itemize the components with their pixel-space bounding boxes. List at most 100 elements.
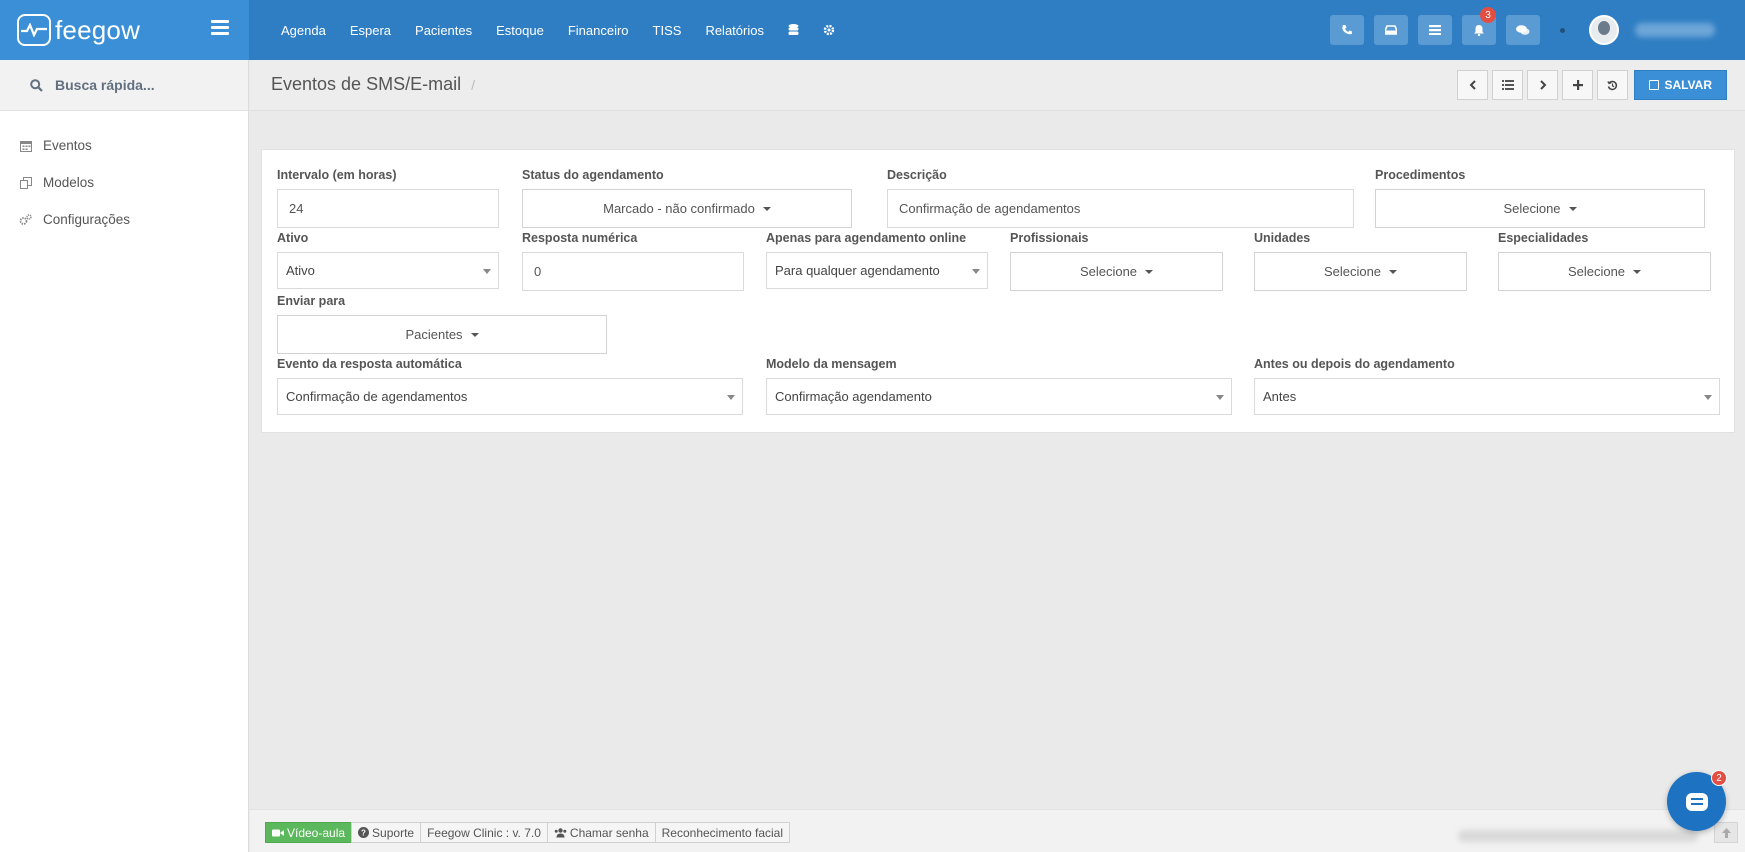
history-button[interactable]	[1597, 70, 1629, 100]
caret-down-icon	[1633, 269, 1642, 274]
chat-widget-button[interactable]: 2	[1667, 770, 1727, 831]
chat-bubble-icon	[1685, 792, 1708, 811]
copy-icon	[19, 176, 32, 189]
history-icon	[1607, 80, 1618, 90]
auto-response-select[interactable]: Confirmação de agendamentos	[277, 378, 743, 415]
list-button[interactable]	[1492, 70, 1524, 100]
specialties-select[interactable]: Selecione	[1498, 252, 1711, 291]
menu-toggle-icon[interactable]	[211, 20, 229, 35]
inbox-button[interactable]	[1374, 15, 1408, 45]
footer: Vídeo-aula ? Suporte Feegow Clinic : v. …	[250, 809, 1745, 852]
breadcrumb-separator: /	[471, 77, 475, 93]
chat-button[interactable]	[1506, 15, 1540, 45]
quick-search[interactable]: Busca rápida...	[0, 60, 248, 111]
interval-input[interactable]: 24	[277, 189, 499, 228]
floppy-icon	[1649, 80, 1660, 90]
nav-estoque[interactable]: Estoque	[484, 0, 556, 60]
plus-icon	[1572, 80, 1583, 90]
list-icon	[1501, 80, 1514, 90]
users-icon	[554, 827, 567, 837]
avatar[interactable]	[1589, 15, 1619, 45]
previous-button[interactable]	[1457, 70, 1489, 100]
send-to-select[interactable]: Pacientes	[277, 315, 607, 354]
event-form: Intervalo (em horas) 24 Status do agenda…	[261, 149, 1735, 433]
professionals-label: Profissionais	[1010, 231, 1089, 245]
nav-tiss[interactable]: TISS	[641, 0, 694, 60]
before-after-label: Antes ou depois do agendamento	[1254, 357, 1455, 371]
before-after-select[interactable]: Antes	[1254, 378, 1720, 415]
online-only-select[interactable]: Para qualquer agendamento	[766, 252, 988, 289]
queue-button[interactable]	[1418, 15, 1452, 45]
video-lesson-button[interactable]: Vídeo-aula	[265, 822, 353, 843]
nav-financeiro[interactable]: Financeiro	[556, 0, 641, 60]
phone-button[interactable]	[1330, 15, 1364, 45]
status-select[interactable]: Marcado - não confirmado	[522, 189, 852, 228]
online-only-value: Para qualquer agendamento	[775, 263, 940, 278]
units-value: Selecione	[1323, 264, 1382, 279]
interval-label: Intervalo (em horas)	[277, 168, 397, 182]
caret-down-icon	[727, 395, 735, 400]
caret-down-icon	[762, 206, 771, 211]
notification-badge: 3	[1480, 7, 1496, 23]
message-model-value: Confirmação agendamento	[775, 389, 932, 404]
professionals-select[interactable]: Selecione	[1010, 252, 1223, 291]
brand: feegow	[0, 0, 249, 60]
save-button-label: SALVAR	[1664, 78, 1712, 92]
call-ticket-label: Chamar senha	[569, 825, 649, 840]
list-icon	[1429, 25, 1441, 35]
numeric-response-value: 0	[534, 264, 542, 279]
save-button[interactable]: SALVAR	[1634, 70, 1727, 100]
description-input[interactable]: Confirmação de agendamentos	[887, 189, 1354, 228]
chat-badge: 2	[1711, 770, 1727, 786]
database-icon[interactable]	[776, 0, 811, 60]
send-to-value: Pacientes	[405, 327, 463, 342]
procedures-value: Selecione	[1503, 201, 1561, 216]
interval-value: 24	[289, 201, 304, 216]
footer-blurred-text	[1458, 830, 1698, 842]
caret-down-icon	[1145, 269, 1154, 274]
sidebar-item-label: Modelos	[43, 175, 95, 190]
numeric-response-label: Resposta numérica	[522, 231, 638, 245]
add-button[interactable]	[1562, 70, 1594, 100]
specialties-value: Selecione	[1567, 264, 1626, 279]
face-recognition-label: Reconhecimento facial	[661, 825, 784, 840]
numeric-response-input[interactable]: 0	[522, 252, 744, 291]
description-value: Confirmação de agendamentos	[899, 201, 1081, 216]
nav-agenda[interactable]: Agenda	[269, 0, 338, 60]
quick-search-label: Busca rápida...	[55, 77, 155, 93]
status-value: Marcado - não confirmado	[603, 201, 755, 216]
user-name-blurred[interactable]	[1635, 23, 1715, 37]
chevron-left-icon	[1469, 80, 1476, 90]
notifications-button[interactable]: 3	[1462, 7, 1496, 45]
sidebar: Busca rápida... Eventos Modelos Configur…	[0, 60, 249, 852]
procedures-select[interactable]: Selecione	[1375, 189, 1705, 228]
nav-relatorios[interactable]: Relatórios	[693, 0, 776, 60]
scroll-top-button[interactable]	[1714, 822, 1738, 843]
top-right-tools: 3	[1330, 0, 1745, 60]
svg-text:?: ?	[361, 829, 366, 838]
call-ticket-button[interactable]: Chamar senha	[546, 822, 656, 843]
sidebar-item-eventos[interactable]: Eventos	[0, 127, 248, 164]
active-value: Ativo	[286, 263, 315, 278]
caret-down-icon	[1389, 269, 1398, 274]
version-label: Feegow Clinic : v. 7.0	[427, 825, 541, 840]
gear-icon[interactable]	[811, 0, 847, 60]
page-header: Eventos de SMS/E-mail / SALVAR	[250, 60, 1745, 111]
next-button[interactable]	[1527, 70, 1559, 100]
units-select[interactable]: Selecione	[1254, 252, 1467, 291]
status-dot	[1560, 27, 1565, 33]
active-select[interactable]: Ativo	[277, 252, 499, 289]
sidebar-item-configuracoes[interactable]: Configurações	[0, 201, 248, 238]
auto-response-label: Evento da resposta automática	[277, 357, 462, 371]
send-to-label: Enviar para	[277, 294, 346, 308]
nav-pacientes[interactable]: Pacientes	[403, 0, 484, 60]
support-button[interactable]: ? Suporte	[351, 822, 422, 843]
face-recognition-button[interactable]: Reconhecimento facial	[654, 822, 791, 843]
caret-down-icon	[972, 269, 980, 274]
professionals-value: Selecione	[1079, 264, 1138, 279]
question-circle-icon: ?	[358, 827, 370, 838]
sidebar-item-modelos[interactable]: Modelos	[0, 164, 248, 201]
nav-espera[interactable]: Espera	[338, 0, 403, 60]
message-model-select[interactable]: Confirmação agendamento	[766, 378, 1232, 415]
specialties-label: Especialidades	[1498, 231, 1589, 245]
